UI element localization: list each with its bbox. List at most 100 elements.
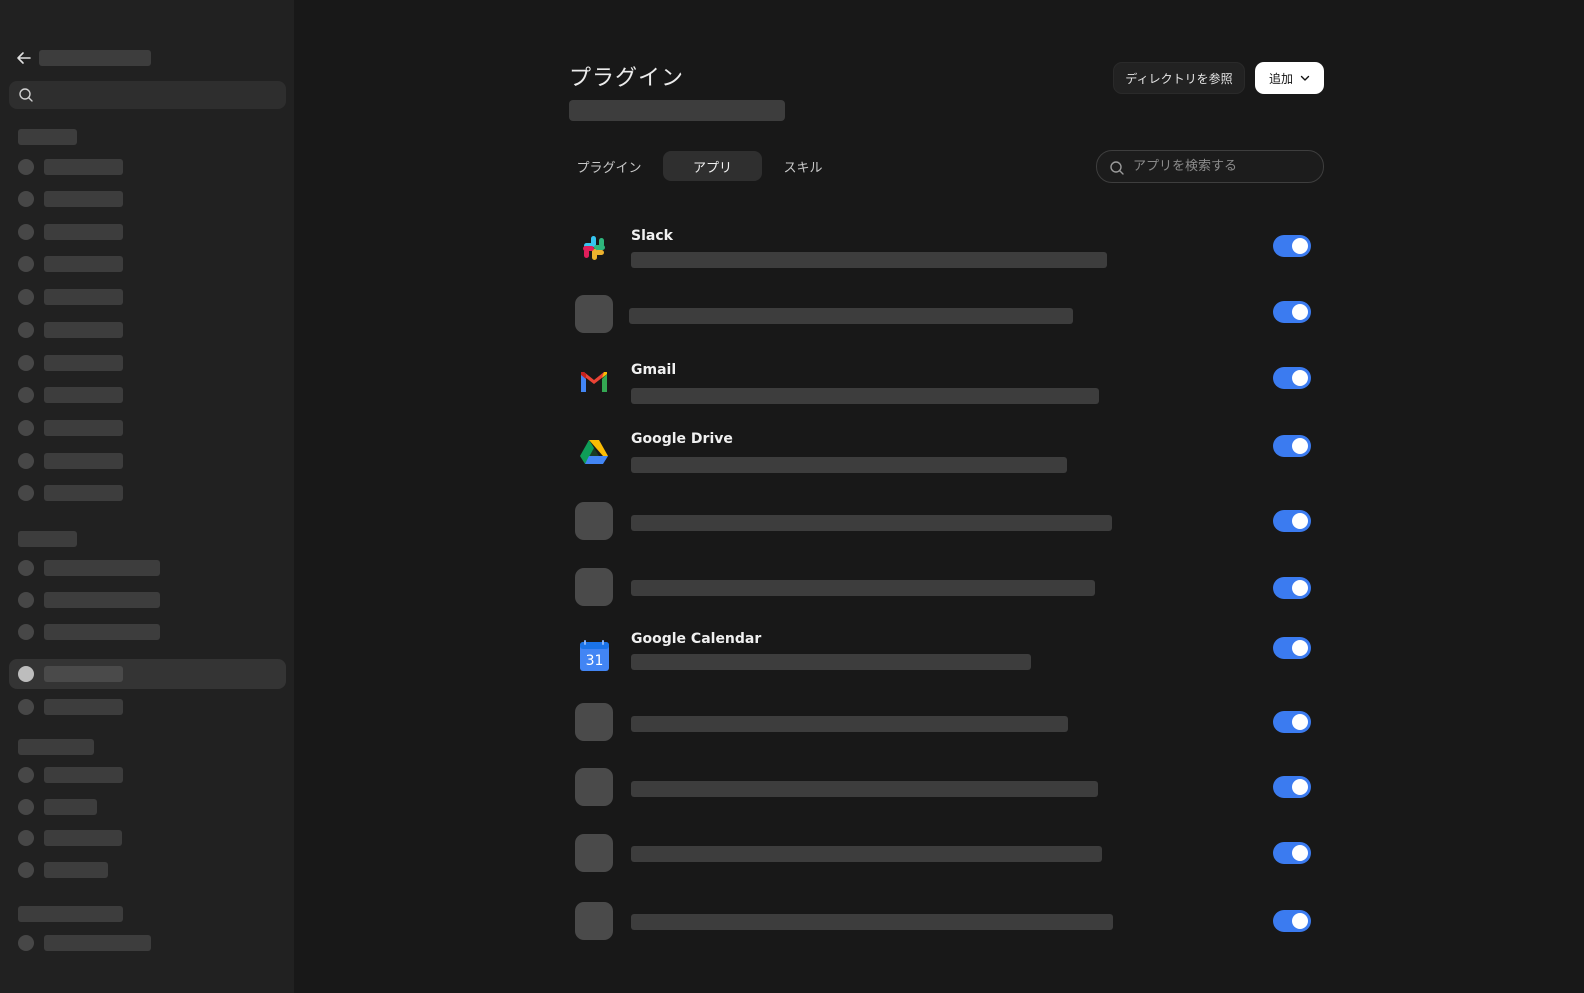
toggle-knob [1292, 513, 1308, 529]
sidebar-item[interactable] [0, 823, 294, 853]
sidebar-item-icon [18, 159, 34, 175]
app-row-google-drive[interactable]: Google Drive [569, 431, 1329, 491]
sidebar-section-heading [18, 531, 77, 547]
toggle-knob [1292, 845, 1308, 861]
sidebar-item[interactable] [0, 478, 294, 508]
sidebar-item[interactable] [0, 249, 294, 279]
sidebar-item[interactable] [0, 348, 294, 378]
app-description-placeholder [631, 654, 1031, 670]
app-enable-toggle[interactable] [1273, 235, 1311, 257]
app-row-google-calendar[interactable]: 31 Google Calendar [569, 631, 1329, 691]
page-subtitle-placeholder [569, 100, 785, 121]
sidebar-item-icon [18, 453, 34, 469]
app-description-placeholder [631, 457, 1067, 473]
app-enable-toggle[interactable] [1273, 776, 1311, 798]
app-search-box[interactable] [1096, 150, 1324, 183]
sidebar-item-label [44, 935, 151, 951]
sidebar-item-label [44, 355, 123, 371]
app-name: Slack [631, 228, 673, 244]
tab-skills[interactable]: スキル [770, 151, 836, 181]
app-enable-toggle[interactable] [1273, 637, 1311, 659]
search-icon [19, 88, 33, 102]
sidebar-item[interactable] [0, 217, 294, 247]
app-row[interactable] [569, 902, 1329, 962]
sidebar-item-icon [18, 624, 34, 640]
app-row[interactable] [569, 295, 1329, 355]
sidebar-item[interactable] [0, 855, 294, 885]
app-description-placeholder [631, 846, 1102, 862]
placeholder-icon [575, 502, 613, 540]
sidebar-item[interactable] [0, 928, 294, 958]
sidebar-section-heading [18, 739, 94, 755]
sidebar-item[interactable] [0, 446, 294, 476]
sidebar-item-label [44, 592, 160, 608]
sidebar-item-label [44, 191, 123, 207]
app-row-gmail[interactable]: Gmail [569, 362, 1329, 422]
sidebar-item-label [44, 453, 123, 469]
toggle-knob [1292, 640, 1308, 656]
sidebar-item[interactable] [0, 413, 294, 443]
google-calendar-icon: 31 [575, 637, 613, 675]
sidebar-item[interactable] [0, 152, 294, 182]
sidebar-item[interactable] [0, 585, 294, 615]
sidebar-item-icon [18, 666, 34, 682]
app-row[interactable] [569, 502, 1329, 562]
sidebar-item[interactable] [0, 692, 294, 722]
app-row[interactable] [569, 834, 1329, 894]
sidebar-item-icon [18, 592, 34, 608]
app-enable-toggle[interactable] [1273, 435, 1311, 457]
sidebar-item-label [44, 624, 160, 640]
sidebar-item[interactable] [0, 282, 294, 312]
tab-apps-label: アプリ [692, 160, 732, 176]
sidebar-item-selected[interactable] [0, 659, 294, 689]
sidebar-item-icon [18, 560, 34, 576]
chevron-down-icon [1300, 75, 1310, 81]
back-arrow-icon[interactable] [14, 48, 34, 68]
app-enable-toggle[interactable] [1273, 577, 1311, 599]
add-button[interactable]: 追加 [1255, 62, 1324, 94]
sidebar-item[interactable] [0, 184, 294, 214]
sidebar-item[interactable] [0, 792, 294, 822]
sidebar-item-label [44, 560, 160, 576]
app-enable-toggle[interactable] [1273, 842, 1311, 864]
placeholder-icon [575, 768, 613, 806]
app-enable-toggle[interactable] [1273, 367, 1311, 389]
app-search-input[interactable] [1133, 151, 1313, 182]
app-enable-toggle[interactable] [1273, 301, 1311, 323]
toggle-knob [1292, 370, 1308, 386]
sidebar-item[interactable] [0, 380, 294, 410]
app-enable-toggle[interactable] [1273, 711, 1311, 733]
app-row[interactable] [569, 568, 1329, 628]
sidebar-item-icon [18, 224, 34, 240]
app-row-slack[interactable]: Slack [569, 228, 1329, 288]
toggle-knob [1292, 304, 1308, 320]
tab-apps[interactable]: アプリ [663, 151, 762, 181]
sidebar-item-label [44, 485, 123, 501]
app-description-placeholder [631, 914, 1113, 930]
app-description-placeholder [631, 716, 1068, 732]
browse-directory-button[interactable]: ディレクトリを参照 [1113, 62, 1245, 94]
sidebar-section-heading [18, 906, 123, 922]
tab-plugins[interactable]: プラグイン [569, 151, 649, 181]
sidebar-item-label [44, 862, 108, 878]
toggle-knob [1292, 238, 1308, 254]
app-name: Gmail [631, 362, 677, 378]
calendar-day-number: 31 [586, 653, 604, 669]
app-row[interactable] [569, 703, 1329, 763]
sidebar-item[interactable] [0, 760, 294, 790]
toggle-knob [1292, 580, 1308, 596]
app-enable-toggle[interactable] [1273, 910, 1311, 932]
sidebar-item-label [44, 224, 123, 240]
sidebar-item[interactable] [0, 617, 294, 647]
sidebar-item-label [44, 420, 123, 436]
app-row[interactable] [569, 768, 1329, 828]
sidebar-item[interactable] [0, 315, 294, 345]
sidebar-item-icon [18, 862, 34, 878]
app-enable-toggle[interactable] [1273, 510, 1311, 532]
sidebar-item-icon [18, 830, 34, 846]
sidebar-search-input[interactable] [9, 81, 286, 109]
sidebar-item-icon [18, 191, 34, 207]
placeholder-icon [575, 703, 613, 741]
slack-icon [575, 229, 613, 267]
sidebar-item[interactable] [0, 553, 294, 583]
